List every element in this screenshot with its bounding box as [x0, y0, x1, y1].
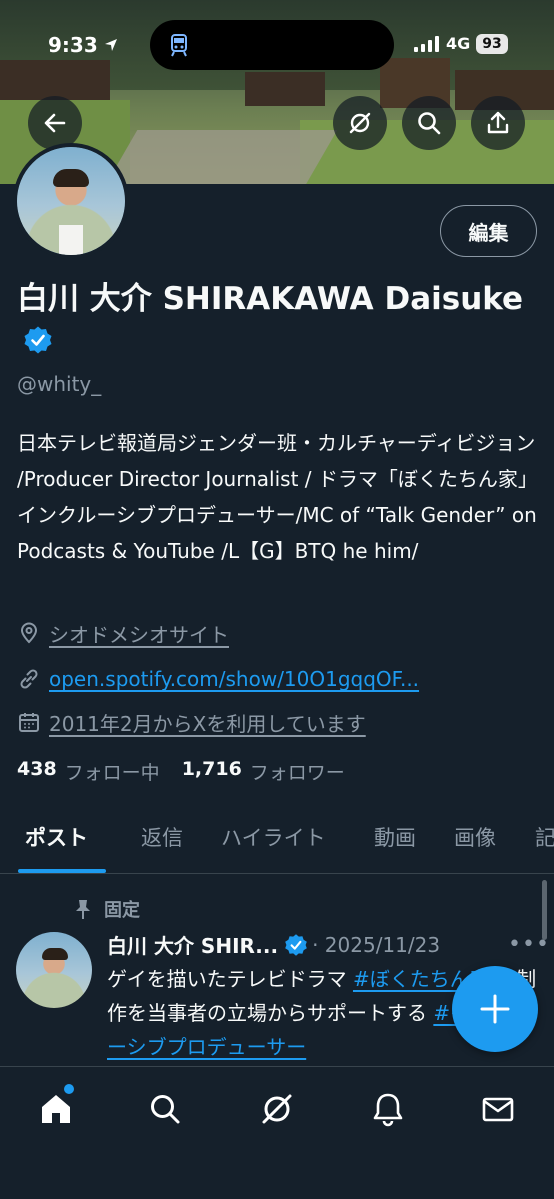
tab-posts[interactable]: ポスト — [25, 822, 88, 852]
profile-joined: 2011年2月からXを利用しています — [17, 707, 366, 737]
nav-grok[interactable] — [257, 1089, 297, 1129]
follow-stats: 438 フォロー中 1,716 フォロワー — [17, 758, 359, 785]
grok-button[interactable] — [333, 96, 387, 150]
pin-icon — [76, 900, 90, 919]
profile-bio: 日本テレビ報道局ジェンダー班・カルチャーディビジョン /Producer Dir… — [17, 431, 537, 563]
profile-name-text: 白川 大介 SHIRAKAWA Daisuke — [17, 281, 524, 317]
dynamic-island — [150, 20, 394, 70]
compose-post-button[interactable] — [452, 966, 538, 1052]
link-icon — [20, 669, 38, 689]
profile-website[interactable]: open.spotify.com/show/10O1gqqOF... — [17, 664, 419, 694]
pinned-label-row: 固定 — [72, 896, 140, 922]
arrow-left-icon — [44, 113, 66, 133]
pinned-label: 固定 — [104, 900, 140, 921]
location-text: シオドメシオサイト — [49, 622, 229, 647]
plus-icon — [480, 994, 510, 1024]
bell-icon — [373, 1093, 403, 1127]
nav-messages[interactable] — [478, 1089, 518, 1129]
search-icon — [151, 1095, 180, 1124]
network-type: 4G — [446, 34, 471, 53]
bottom-navigation — [0, 1066, 554, 1199]
train-icon — [171, 34, 187, 57]
post-header: 白川 大介 SHIR... · 2025/11/23 — [107, 930, 440, 959]
tab-highlights[interactable]: ハイライト — [221, 822, 326, 852]
location-pin-icon — [20, 622, 38, 644]
battery-indicator: 93 — [476, 34, 508, 54]
tab-replies[interactable]: 返信 — [141, 822, 183, 852]
tab-images[interactable]: 画像 — [454, 822, 496, 852]
search-button[interactable] — [402, 96, 456, 150]
profile-location[interactable]: シオドメシオサイト — [17, 618, 229, 648]
envelope-icon — [482, 1097, 514, 1122]
calendar-icon — [19, 713, 39, 732]
followers-count: 1,716 — [181, 758, 242, 780]
website-link[interactable]: open.spotify.com/show/10O1gqqOF... — [49, 667, 419, 691]
following-label: フォロー中 — [64, 762, 160, 784]
tab-videos[interactable]: 動画 — [374, 822, 416, 852]
post-text-part: ゲイを描いたテレビドラマ — [107, 967, 353, 991]
post-author-name[interactable]: 白川 大介 SHIR... — [107, 930, 278, 959]
profile-handle: @whity_ — [17, 372, 102, 396]
followers-label: フォロワー — [249, 762, 345, 784]
profile-tabs: ポスト 返信 ハイライト 動画 画像 記 — [0, 800, 554, 874]
post-date[interactable]: · 2025/11/23 — [312, 933, 440, 957]
avatar-hair — [42, 948, 68, 960]
following-count: 438 — [17, 758, 57, 780]
avatar-hair — [53, 169, 89, 187]
following-stat[interactable]: 438 フォロー中 — [17, 758, 160, 785]
home-icon — [42, 1095, 70, 1123]
back-button[interactable] — [28, 96, 82, 150]
joined-text: 2011年2月からXを利用しています — [49, 711, 366, 736]
nav-explore[interactable] — [145, 1089, 185, 1129]
grok-icon — [349, 112, 371, 134]
home-notification-dot — [64, 1084, 74, 1094]
profile-avatar[interactable] — [13, 143, 129, 259]
grok-icon — [262, 1094, 292, 1124]
nav-notifications[interactable] — [368, 1089, 408, 1129]
post-author-avatar[interactable] — [16, 932, 92, 1008]
share-icon — [487, 111, 509, 134]
scrollbar[interactable] — [542, 880, 547, 940]
search-icon — [418, 112, 441, 135]
share-button[interactable] — [471, 96, 525, 150]
status-bar: 9:33 4G 93 — [0, 0, 554, 80]
nav-home[interactable] — [36, 1089, 76, 1129]
edit-profile-button[interactable]: 編集 — [440, 205, 537, 257]
tab-articles[interactable]: 記 — [535, 822, 554, 852]
status-time: 9:33 — [48, 33, 98, 57]
signal-icon — [414, 36, 439, 52]
avatar-image — [17, 147, 125, 255]
location-arrow-icon — [105, 39, 117, 51]
verified-badge-icon[interactable] — [23, 325, 53, 355]
profile-name: 白川 大介 SHIRAKAWA Daisuke — [17, 278, 537, 362]
active-tab-indicator — [18, 869, 106, 873]
followers-stat[interactable]: 1,716 フォロワー — [182, 758, 345, 785]
banner-path — [102, 130, 338, 184]
avatar-shirt — [59, 225, 83, 255]
verified-badge-icon — [285, 933, 307, 956]
